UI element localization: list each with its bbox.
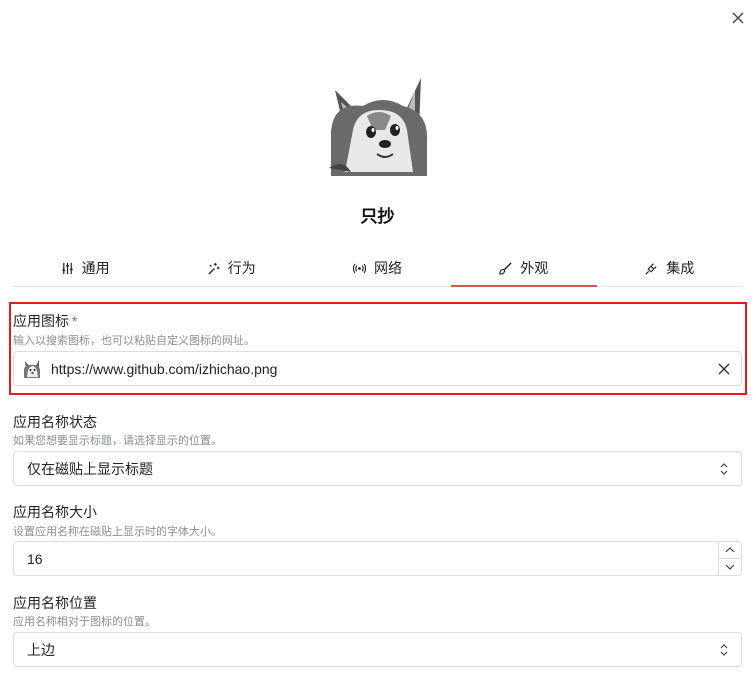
app-title: 只抄	[360, 207, 395, 226]
name-position-label: 应用名称位置	[13, 595, 97, 611]
name-size-value: 16	[27, 550, 43, 567]
decrement-button[interactable]	[719, 558, 741, 575]
name-position-value: 上边	[27, 641, 55, 658]
name-state-description: 如果您想要显示标题，请选择显示的位置。	[13, 435, 222, 447]
tab-label: 通用	[81, 260, 110, 276]
chevron-up-down-icon	[720, 643, 728, 656]
husky-avatar-icon	[24, 359, 40, 378]
app-icon-url-value: https://www.github.com/izhichao.png	[51, 360, 278, 377]
name-position-description: 应用名称相对于图标的位置。	[13, 616, 156, 628]
sliders-icon	[61, 262, 73, 274]
tab-integration[interactable]: 集成	[597, 250, 743, 286]
required-mark: *	[72, 313, 78, 329]
tab-label: 外观	[520, 260, 549, 276]
tab-label: 网络	[374, 260, 402, 276]
tab-behavior[interactable]: 行为	[158, 250, 304, 286]
quantity-stepper	[718, 542, 741, 575]
chevron-up-icon	[725, 547, 735, 553]
chevron-up-down-icon	[720, 462, 728, 475]
name-state-value: 仅在磁贴上显示标题	[27, 460, 153, 477]
app-logo-image	[329, 78, 428, 176]
name-size-label: 应用名称大小	[13, 504, 97, 520]
tab-label: 行为	[227, 260, 256, 276]
app-icon-label: 应用图标 *	[13, 313, 78, 329]
tab-general[interactable]: 通用	[12, 250, 158, 286]
tab-appearance[interactable]: 外观	[450, 250, 598, 287]
broadcast-icon	[353, 263, 366, 273]
name-size-description: 设置应用名称在磁贴上显示时的字体大小。	[13, 526, 222, 538]
app-icon-url-input[interactable]: https://www.github.com/izhichao.png	[13, 351, 742, 386]
tab-network[interactable]: 网络	[304, 250, 450, 286]
plug-icon	[645, 262, 657, 274]
tab-label: 集成	[666, 260, 695, 276]
name-state-select[interactable]: 仅在磁贴上显示标题	[13, 451, 742, 486]
clear-icon[interactable]	[717, 362, 731, 376]
sparkle-wand-icon	[208, 262, 220, 275]
close-button[interactable]	[728, 8, 748, 28]
brush-icon	[499, 261, 512, 275]
app-icon-description: 输入以搜索图标，也可以粘贴自定义图标的网址。	[13, 335, 255, 347]
name-size-number-input[interactable]: 16	[13, 541, 742, 576]
name-state-label: 应用名称状态	[13, 414, 97, 430]
close-icon	[732, 12, 744, 24]
settings-tabs: 通用 行为 网络 外观 集成	[12, 250, 743, 287]
increment-button[interactable]	[719, 542, 741, 558]
chevron-down-icon	[725, 564, 735, 570]
name-position-select[interactable]: 上边	[13, 632, 742, 667]
